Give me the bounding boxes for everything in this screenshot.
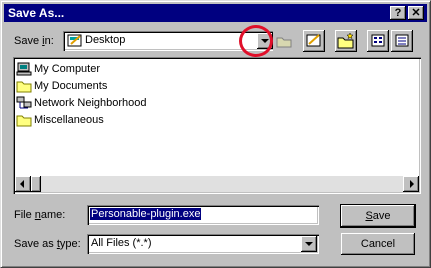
desktop-icon	[306, 34, 321, 47]
file-name-label: File name:	[14, 209, 66, 221]
details-view-icon	[395, 34, 409, 47]
scroll-thumb[interactable]	[31, 176, 41, 192]
up-folder-icon	[276, 37, 292, 48]
arrow-right-icon	[410, 180, 414, 188]
save-as-type-combo[interactable]: All Files (*.*)	[87, 234, 319, 254]
file-list[interactable]: My Computer My Documents Network Neighbo…	[13, 57, 421, 194]
help-button[interactable]: ?	[390, 6, 406, 20]
new-folder-icon	[337, 32, 354, 49]
file-name-input[interactable]: Personable-plugin.exe	[87, 205, 319, 225]
file-name-value: Personable-plugin.exe	[90, 208, 202, 220]
save-as-type-label: Save as type:	[14, 238, 81, 250]
folder-icon	[16, 81, 32, 93]
save-button[interactable]: Save	[340, 204, 416, 228]
save-in-value: Desktop	[85, 34, 126, 46]
up-one-level-button[interactable]	[273, 30, 295, 52]
save-in-label: Save in:	[14, 35, 54, 47]
new-folder-button[interactable]	[335, 30, 357, 52]
desktop-icon	[67, 34, 82, 47]
title-bar: Save As... ? ✕	[4, 4, 427, 22]
save-as-type-dropdown-button[interactable]	[301, 236, 317, 252]
folder-icon	[16, 115, 32, 127]
scroll-left-button[interactable]	[15, 176, 31, 192]
close-button[interactable]: ✕	[408, 6, 424, 20]
scroll-right-button[interactable]	[403, 176, 419, 192]
dialog-title: Save As...	[8, 6, 65, 20]
network-icon	[16, 96, 32, 109]
list-view-button[interactable]	[367, 30, 389, 52]
cancel-button[interactable]: Cancel	[341, 233, 415, 255]
computer-icon	[16, 62, 32, 76]
details-view-button[interactable]	[391, 30, 413, 52]
annotation-circle	[239, 25, 273, 57]
list-view-icon	[371, 34, 385, 47]
arrow-left-icon	[20, 180, 24, 188]
desktop-button[interactable]	[303, 30, 325, 52]
save-as-dialog: Save As... ? ✕ Save in: Desktop My Compu…	[0, 0, 431, 268]
save-as-type-value: All Files (*.*)	[91, 237, 152, 249]
horizontal-scrollbar[interactable]	[15, 176, 419, 192]
